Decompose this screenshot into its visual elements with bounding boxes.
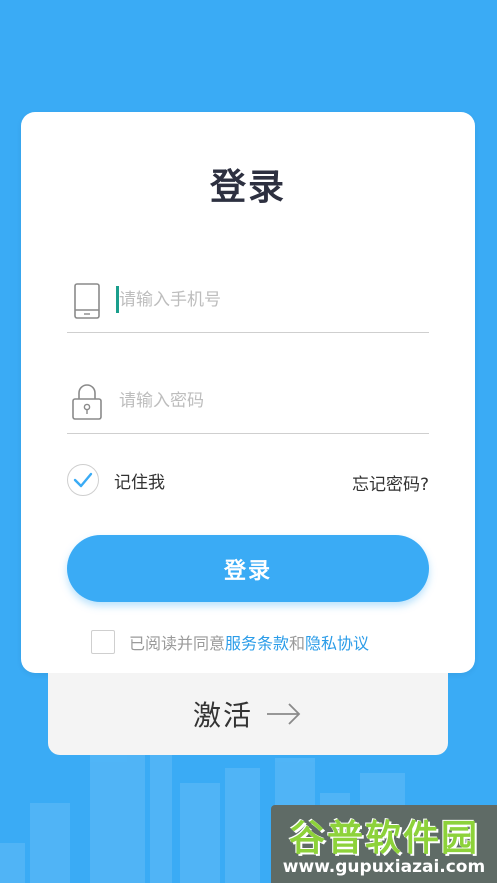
- arrow-right-icon: [267, 703, 301, 725]
- activate-label: 激活: [192, 699, 253, 732]
- password-input[interactable]: [117, 386, 419, 416]
- watermark-logo: 谷普软件园 www.gupuxiazai.com: [271, 805, 497, 883]
- phone-icon: [74, 283, 100, 319]
- terms-link[interactable]: 服务条款: [225, 634, 289, 653]
- agreement-prefix: 已阅读并同意: [129, 634, 226, 653]
- remember-checkbox[interactable]: [67, 464, 99, 496]
- password-field: [67, 373, 429, 434]
- phone-field: [67, 272, 429, 333]
- lock-icon: [72, 384, 102, 420]
- phone-input[interactable]: [117, 285, 419, 315]
- privacy-link[interactable]: 隐私协议: [305, 634, 369, 653]
- watermark-title: 谷普软件园: [288, 818, 479, 859]
- forgot-password-link[interactable]: 忘记密码?: [352, 470, 429, 495]
- watermark-url: www.gupuxiazai.com: [282, 857, 486, 877]
- activate-button[interactable]: 激活: [48, 673, 448, 755]
- remember-label: 记住我: [114, 472, 165, 493]
- check-icon: [73, 472, 93, 488]
- agreement-and: 和: [289, 634, 306, 653]
- agreement: 已阅读并同意服务条款和隐私协议: [91, 629, 369, 655]
- agree-checkbox[interactable]: [91, 630, 115, 654]
- text-cursor: [116, 286, 119, 313]
- agreement-text: 已阅读并同意服务条款和隐私协议: [129, 630, 369, 654]
- page-title: 登录: [209, 167, 286, 208]
- remember-me[interactable]: 记住我: [67, 463, 165, 497]
- login-button[interactable]: 登录: [67, 535, 429, 602]
